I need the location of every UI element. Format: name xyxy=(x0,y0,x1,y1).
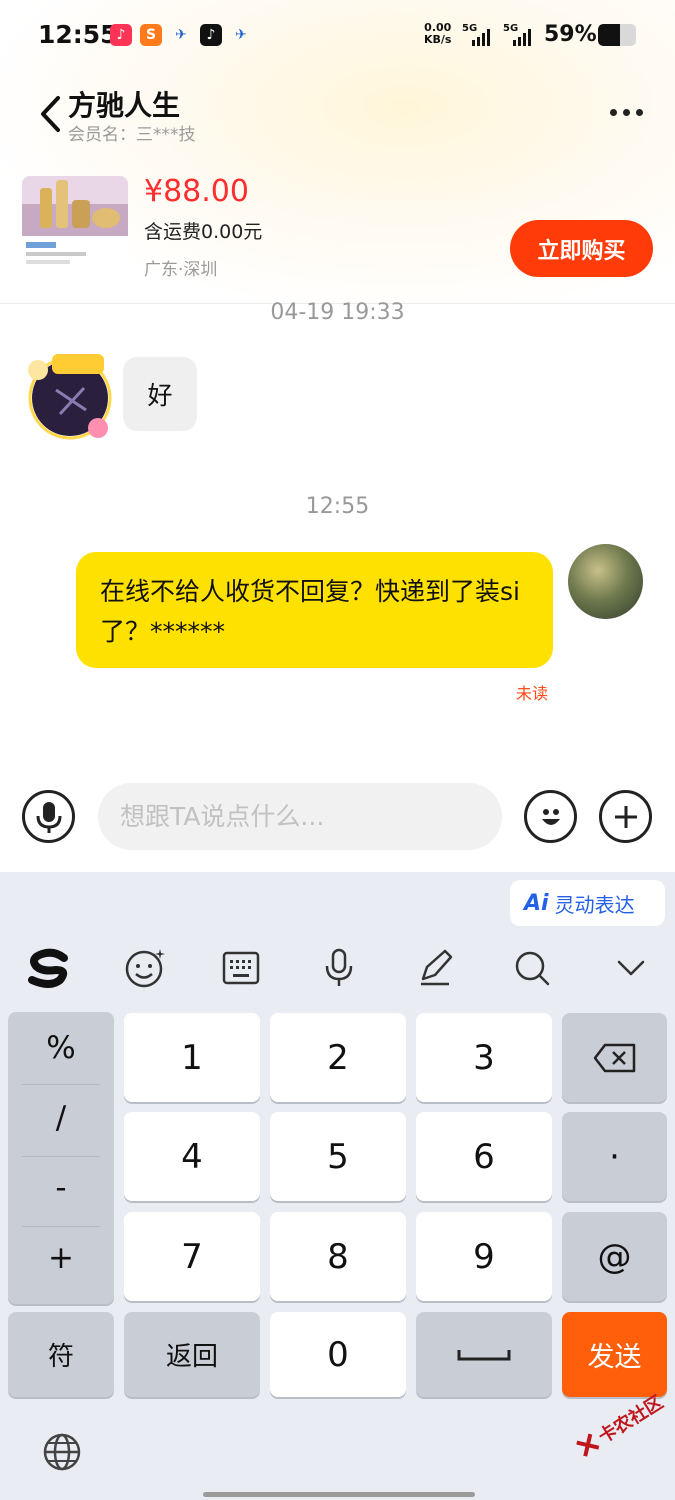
key-8[interactable]: 8 xyxy=(270,1212,406,1301)
divider xyxy=(22,1156,100,1157)
net-speed-unit: KB/s xyxy=(424,33,452,46)
send-key[interactable]: 发送 xyxy=(562,1312,667,1397)
search-icon xyxy=(515,951,550,986)
signal-icon xyxy=(472,28,490,46)
pen-icon xyxy=(421,949,453,986)
keyboard-layout-button[interactable] xyxy=(216,942,266,994)
more-options-button[interactable] xyxy=(598,96,654,128)
seller-avatar-graphic xyxy=(28,354,112,440)
sogou-logo-icon xyxy=(28,948,68,988)
bird-notification-icon: ✈ xyxy=(175,27,187,43)
key-percent[interactable]: % xyxy=(8,1030,114,1066)
plus-icon xyxy=(614,805,637,828)
more-actions-button[interactable] xyxy=(599,790,652,843)
home-indicator[interactable] xyxy=(203,1492,475,1497)
member-name: 会员名：三***技 xyxy=(68,125,196,145)
ai-expression-label: 灵动表达 xyxy=(554,892,635,917)
globe-icon xyxy=(43,1433,81,1471)
voice-input-button[interactable] xyxy=(22,790,75,843)
shop-name[interactable]: 方驰人生 xyxy=(68,84,180,124)
smile-sparkle-icon xyxy=(125,949,165,988)
seller-location: 广东·深圳 xyxy=(144,260,218,280)
signal-icon xyxy=(513,28,531,46)
key-minus[interactable]: - xyxy=(8,1170,114,1206)
product-price: ¥88.00 xyxy=(144,174,249,209)
keyboard: Ai 灵动表达 % / - + 1 2 3 4 5 6 · 7 8 9 @ 符 … xyxy=(0,872,675,1500)
keyboard-toolbar xyxy=(0,942,675,998)
more-dots-icon xyxy=(622,108,630,116)
key-6[interactable]: 6 xyxy=(416,1112,552,1201)
more-dots-icon xyxy=(635,108,643,116)
battery-percent: 59% xyxy=(544,22,597,47)
key-0[interactable]: 0 xyxy=(270,1312,406,1397)
incoming-message-text: 好 xyxy=(147,381,173,410)
chat-timestamp: 12:55 xyxy=(305,494,370,519)
chevron-down-icon xyxy=(617,960,645,976)
language-switch-button[interactable] xyxy=(42,1432,82,1472)
seller-avatar[interactable] xyxy=(26,350,114,440)
ai-badge-icon: Ai xyxy=(524,890,549,916)
space-key[interactable] xyxy=(416,1312,552,1397)
app-notification-icon: S xyxy=(140,24,162,46)
search-button[interactable] xyxy=(507,942,557,994)
ai-expression-button[interactable]: Ai 灵动表达 xyxy=(510,880,665,926)
key-slash[interactable]: / xyxy=(8,1100,114,1136)
tiktok-notification-icon: ♪ xyxy=(200,24,222,46)
net-speed: 0.00 KB/s xyxy=(424,22,451,46)
key-at[interactable]: @ xyxy=(562,1212,667,1301)
key-5[interactable]: 5 xyxy=(270,1112,406,1201)
app-notification-icon: ♪ xyxy=(110,24,132,46)
message-input[interactable] xyxy=(98,783,502,850)
bird-notification-icon: ✈ xyxy=(235,27,247,43)
microphone-icon xyxy=(36,801,61,833)
buy-now-button[interactable]: 立即购买 xyxy=(510,220,653,277)
return-key[interactable]: 返回 xyxy=(124,1312,260,1397)
outgoing-message-bubble[interactable]: 在线不给人收货不回复？快递到了装si了？****** xyxy=(76,552,553,668)
watermark: 卡农社区 xyxy=(572,1389,667,1462)
chat-timestamp: 04-19 19:33 xyxy=(270,300,405,325)
back-button[interactable] xyxy=(30,92,70,136)
symbol-column[interactable]: % / - + xyxy=(8,1012,114,1304)
backspace-icon xyxy=(593,1043,635,1072)
outgoing-message-text: 在线不给人收货不回复？快递到了装si了？****** xyxy=(100,577,520,646)
smile-icon xyxy=(541,808,560,825)
key-4[interactable]: 4 xyxy=(124,1112,260,1201)
user-avatar[interactable] xyxy=(568,544,643,619)
collapse-keyboard-button[interactable] xyxy=(606,942,656,994)
read-status: 未读 xyxy=(516,684,549,703)
status-time: 12:55 xyxy=(38,20,118,49)
product-image[interactable] xyxy=(22,176,128,280)
backspace-key[interactable] xyxy=(562,1013,667,1102)
symbols-key[interactable]: 符 xyxy=(8,1312,114,1397)
microphone-icon xyxy=(325,948,353,986)
key-3[interactable]: 3 xyxy=(416,1013,552,1102)
incoming-message-bubble[interactable]: 好 xyxy=(123,357,197,431)
key-7[interactable]: 7 xyxy=(124,1212,260,1301)
battery-icon xyxy=(598,24,636,46)
key-9[interactable]: 9 xyxy=(416,1212,552,1301)
keyboard-icon xyxy=(222,951,260,985)
sogou-logo-button[interactable] xyxy=(22,942,74,994)
divider xyxy=(22,1226,100,1227)
shipping-fee: 含运费0.00元 xyxy=(144,221,263,243)
key-plus[interactable]: + xyxy=(8,1240,114,1276)
key-1[interactable]: 1 xyxy=(124,1013,260,1102)
key-2[interactable]: 2 xyxy=(270,1013,406,1102)
voice-keyboard-button[interactable] xyxy=(314,942,364,994)
more-dots-icon xyxy=(609,108,617,116)
product-thumbnail-graphic xyxy=(22,176,128,280)
status-bar: 12:55 ♪ S ✈ ♪ ✈ 0.00 KB/s 5G 5G 59% xyxy=(0,0,675,72)
divider xyxy=(22,1084,100,1085)
handwriting-button[interactable] xyxy=(410,942,460,994)
key-dot[interactable]: · xyxy=(562,1112,667,1201)
space-icon xyxy=(457,1349,511,1360)
watermark-text: 卡农社区 xyxy=(594,1391,668,1448)
emoji-keyboard-button[interactable] xyxy=(120,942,170,994)
chevron-left-icon xyxy=(41,96,60,132)
notification-icons: ♪ S ✈ ♪ ✈ xyxy=(110,24,252,46)
emoji-button[interactable] xyxy=(524,790,577,843)
